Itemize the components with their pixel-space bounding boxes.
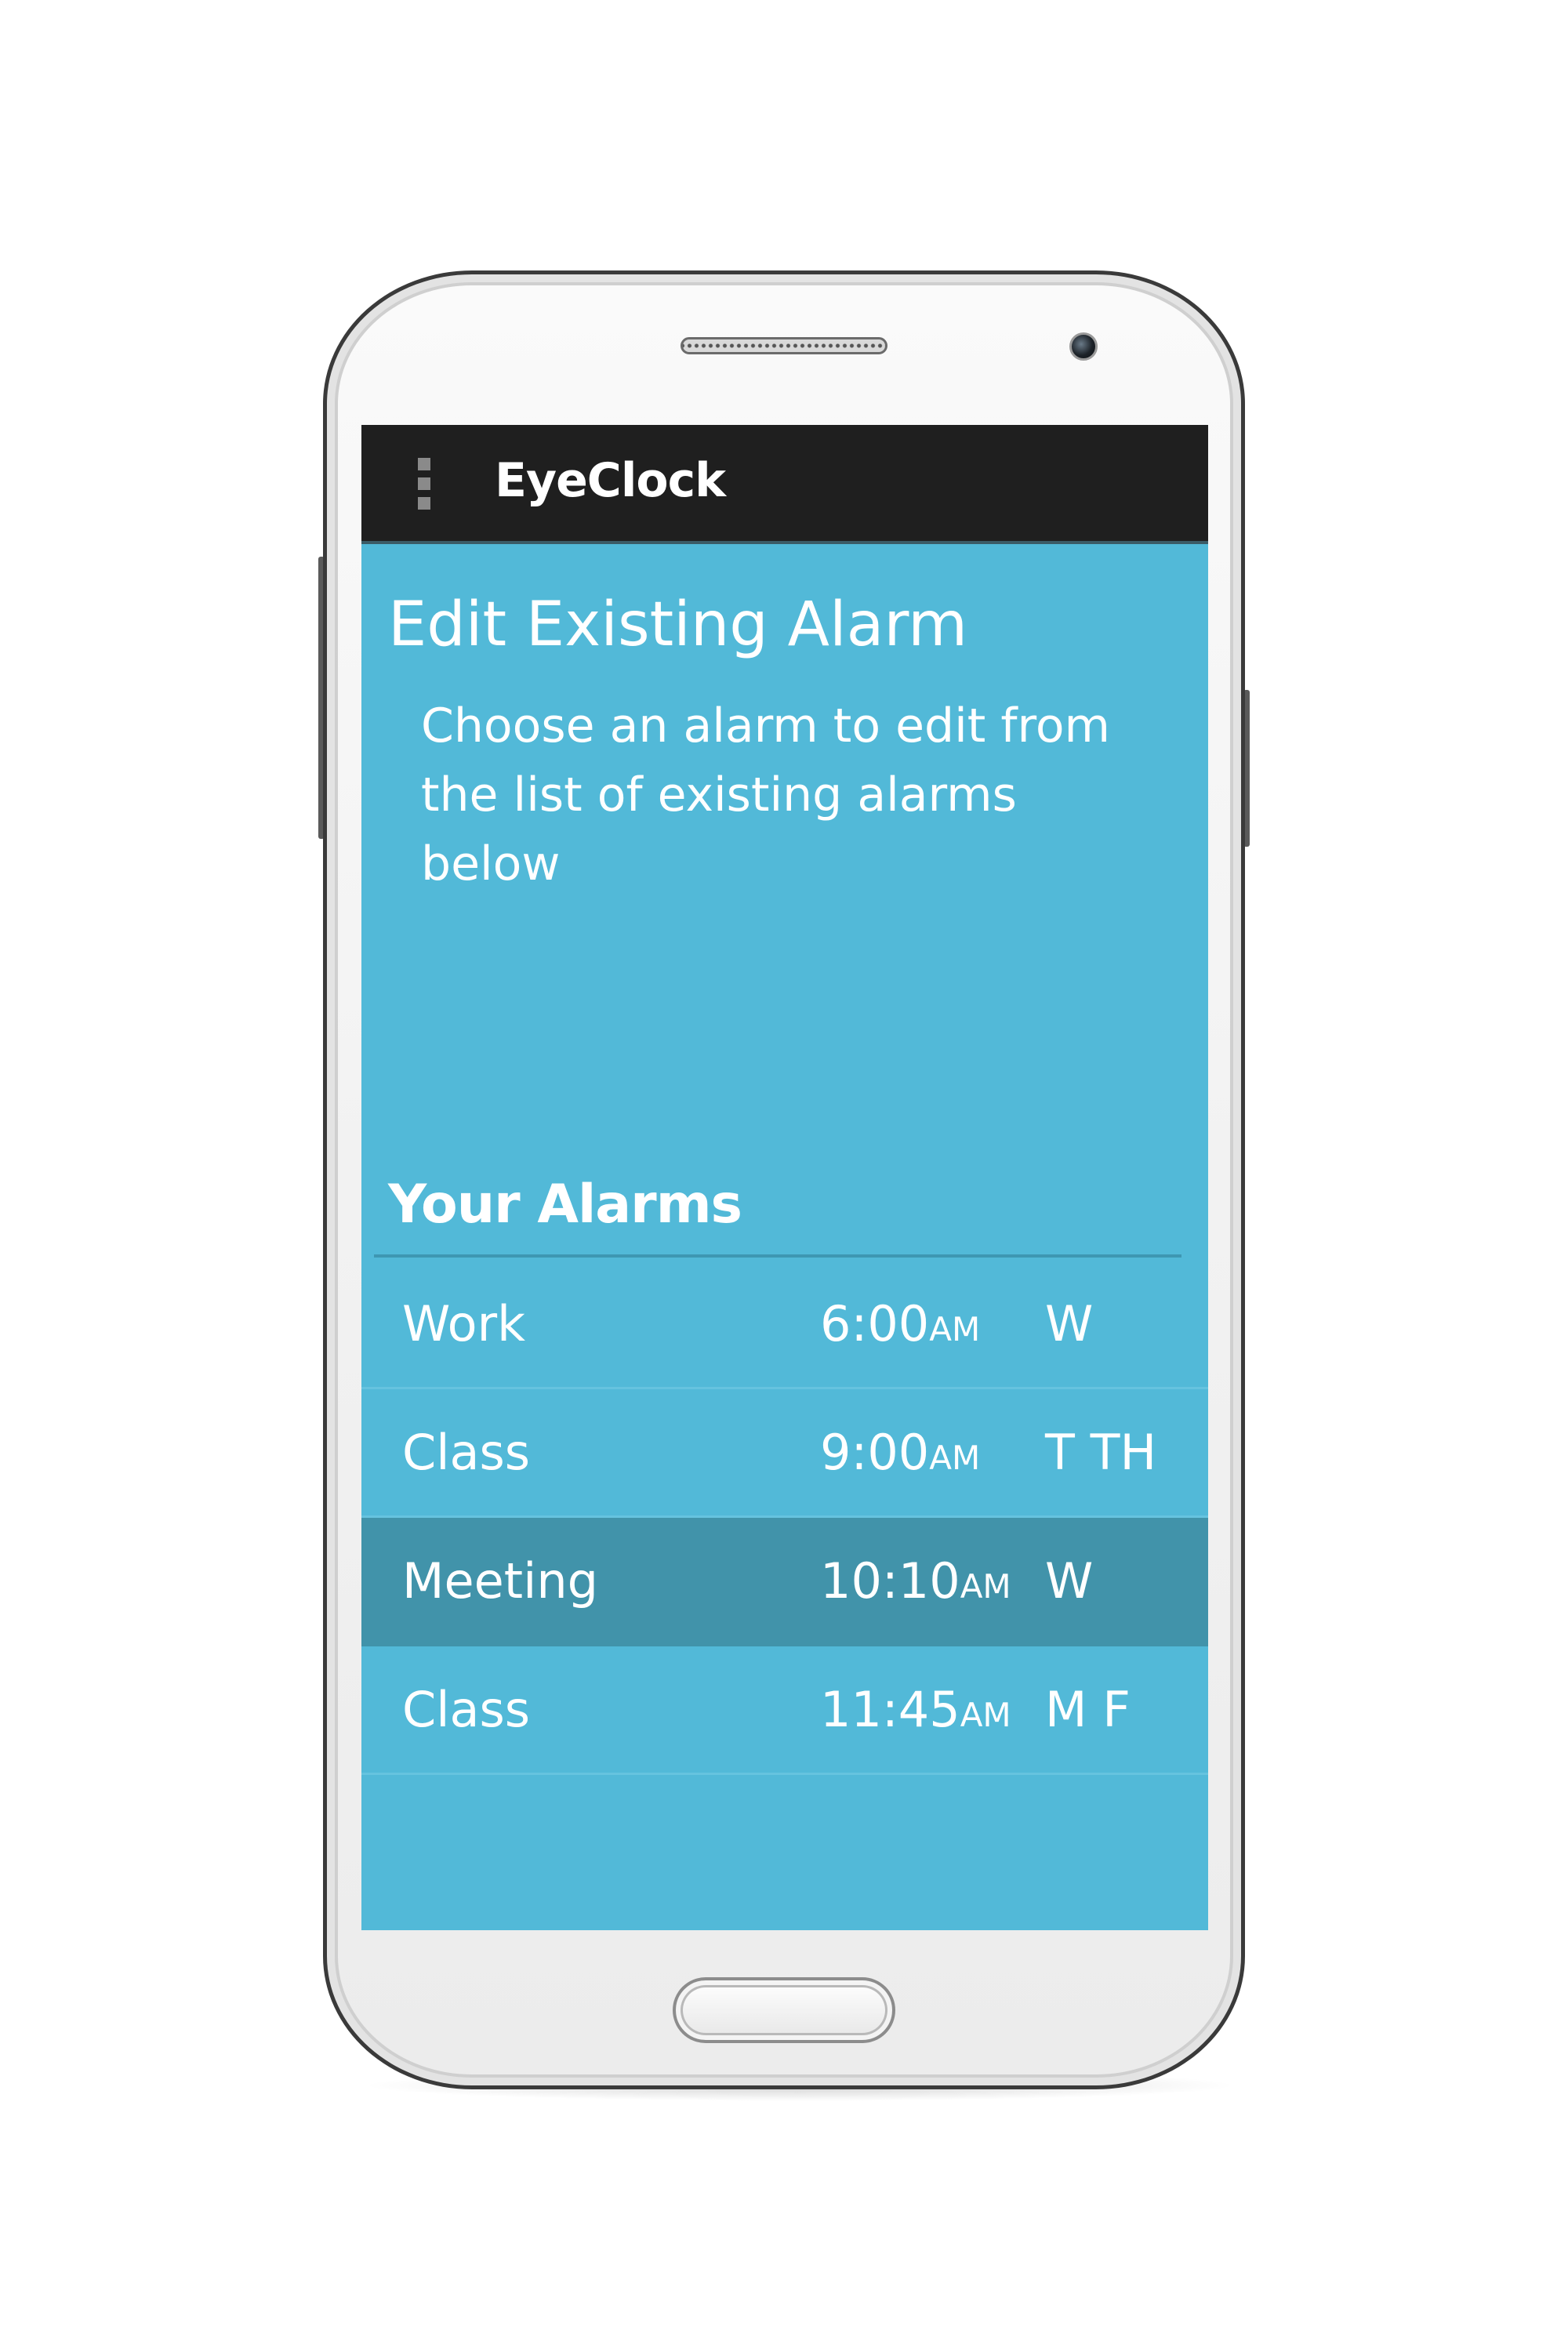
front-camera — [1069, 332, 1098, 361]
alarm-row[interactable]: Work 6:00AM W — [361, 1261, 1208, 1389]
alarm-name: Class — [402, 1681, 531, 1738]
section-divider — [374, 1254, 1181, 1258]
page-subtitle: Choose an alarm to edit from the list of… — [421, 699, 1110, 891]
alarm-days: T TH — [1045, 1424, 1157, 1481]
alarm-ampm: AM — [929, 1439, 981, 1477]
alarm-time-value: 11:45 — [820, 1681, 960, 1738]
alarm-days: W — [1045, 1295, 1094, 1352]
alarm-time: 6:00AM — [820, 1295, 980, 1352]
earpiece-speaker — [681, 337, 887, 354]
alarm-name: Class — [402, 1424, 531, 1481]
alarm-row[interactable]: Class 9:00AM T TH — [361, 1389, 1208, 1518]
app-title: EyeClock — [495, 453, 726, 508]
overflow-menu-icon[interactable] — [418, 458, 430, 510]
alarm-row[interactable]: Meeting 10:10AM W — [361, 1518, 1208, 1646]
alarm-time-value: 9:00 — [820, 1424, 930, 1481]
page-title: Edit Existing Alarm — [388, 590, 968, 660]
alarm-ampm: AM — [960, 1696, 1011, 1734]
alarm-name: Work — [402, 1295, 525, 1352]
alarm-days: M F — [1045, 1681, 1131, 1738]
alarm-time-value: 6:00 — [820, 1295, 930, 1352]
alarm-name: Meeting — [402, 1552, 598, 1610]
app-screen: EyeClock Edit Existing Alarm Choose an a… — [361, 425, 1208, 1930]
action-bar: EyeClock — [361, 425, 1208, 544]
alarm-ampm: AM — [929, 1310, 981, 1348]
alarm-row[interactable]: Class 11:45AM M F — [361, 1646, 1208, 1775]
alarm-ampm: AM — [960, 1567, 1011, 1606]
alarm-time-value: 10:10 — [820, 1552, 960, 1610]
alarm-time: 10:10AM — [820, 1552, 1011, 1610]
alarm-list: Work 6:00AM W Class 9:00AM T TH Meeting … — [361, 1261, 1208, 1775]
alarm-time: 11:45AM — [820, 1681, 1011, 1738]
alarm-days: W — [1045, 1552, 1094, 1610]
home-button[interactable] — [673, 1977, 895, 2043]
alarm-time: 9:00AM — [820, 1424, 980, 1481]
alarms-heading: Your Alarms — [388, 1174, 742, 1236]
device-mockup: EyeClock Edit Existing Alarm Choose an a… — [0, 0, 1568, 2352]
